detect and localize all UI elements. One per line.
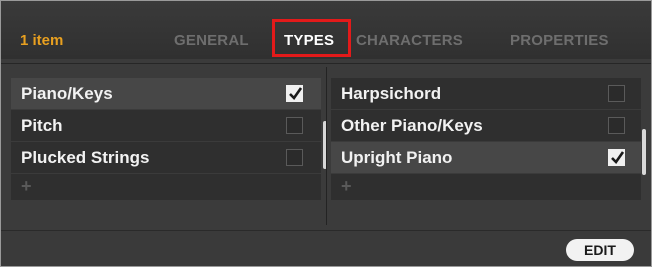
checkbox[interactable] xyxy=(286,149,303,166)
list-item[interactable]: Piano/Keys xyxy=(11,78,321,109)
types-list-left: Piano/Keys Pitch Plucked Strings + xyxy=(11,78,321,217)
column-divider xyxy=(326,67,327,225)
list-item-label: Upright Piano xyxy=(341,148,453,167)
add-type-row[interactable]: + xyxy=(331,174,641,200)
list-item-label: Pitch xyxy=(21,116,63,135)
item-count: 1 item xyxy=(20,32,64,49)
footer-bar: EDIT xyxy=(1,230,651,266)
checkbox[interactable] xyxy=(608,149,625,166)
add-type-row[interactable]: + xyxy=(11,174,321,200)
list-item-label: Piano/Keys xyxy=(21,84,113,103)
tab-highlight-box xyxy=(272,19,351,57)
list-item[interactable]: Pitch xyxy=(11,110,321,141)
header-bar: 1 item GENERAL TYPES CHARACTERS PROPERTI… xyxy=(1,1,651,59)
tab-characters[interactable]: CHARACTERS xyxy=(356,32,463,49)
checkbox[interactable] xyxy=(608,85,625,102)
list-item[interactable]: Harpsichord xyxy=(331,78,641,109)
list-item-label: Other Piano/Keys xyxy=(341,116,483,135)
tab-properties[interactable]: PROPERTIES xyxy=(510,32,609,49)
checkbox[interactable] xyxy=(286,85,303,102)
header-divider xyxy=(1,63,651,64)
edit-button[interactable]: EDIT xyxy=(566,239,634,261)
add-type-button[interactable]: + xyxy=(21,176,32,197)
add-type-button[interactable]: + xyxy=(341,176,352,197)
checkmark-icon xyxy=(289,87,303,101)
list-item[interactable]: Other Piano/Keys xyxy=(331,110,641,141)
types-list-right: Harpsichord Other Piano/Keys Upright Pia… xyxy=(331,78,641,217)
checkmark-icon xyxy=(611,151,625,165)
list-item[interactable]: Plucked Strings xyxy=(11,142,321,173)
list-item-label: Harpsichord xyxy=(341,84,442,103)
right-scrollbar[interactable] xyxy=(642,129,646,175)
list-item[interactable]: Upright Piano xyxy=(331,142,641,173)
attribute-editor-panel: 1 item GENERAL TYPES CHARACTERS PROPERTI… xyxy=(0,0,652,267)
list-item-label: Plucked Strings xyxy=(21,148,150,167)
checkbox[interactable] xyxy=(286,117,303,134)
checkbox[interactable] xyxy=(608,117,625,134)
tab-general[interactable]: GENERAL xyxy=(174,32,249,49)
